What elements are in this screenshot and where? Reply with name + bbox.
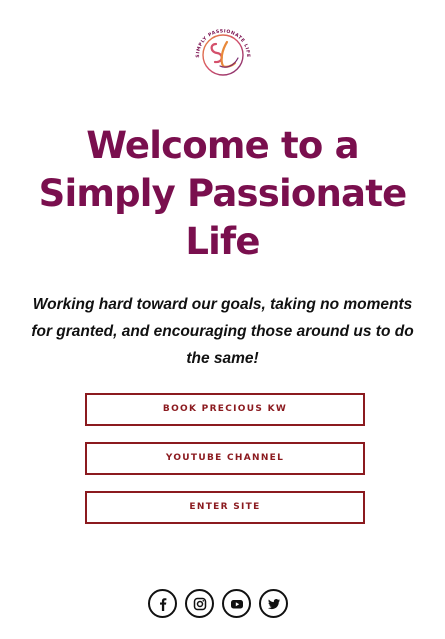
youtube-channel-button[interactable]: YOUTUBE CHANNEL [85,442,365,475]
headline-line-2: Simply Passionate [38,172,408,215]
instagram-link[interactable] [185,589,214,618]
tagline-line-3: the same! [186,350,259,367]
twitter-link[interactable] [259,589,288,618]
book-precious-kw-button[interactable]: BOOK PRECIOUS KW [85,393,365,426]
headline-line-1: Welcome to a [86,124,359,167]
facebook-link[interactable] [148,589,177,618]
headline-line-3: Life [185,220,260,263]
youtube-link[interactable] [222,589,251,618]
instagram-icon [193,597,206,610]
tagline: Working hard toward our goals, taking no… [28,291,417,372]
social-links [148,589,302,621]
enter-site-button[interactable]: ENTER SITE [85,491,365,524]
tagline-line-1: Working hard toward our goals, taking no… [32,296,413,313]
twitter-icon [267,598,280,609]
tagline-line-2: for granted, and encouraging those aroun… [31,323,414,340]
youtube-icon [230,599,243,608]
simply-passionate-life-logo: SIMPLY PASSIONATE LIFE [195,28,250,76]
page-title: Welcome to a Simply Passionate Life [0,122,445,266]
facebook-icon [159,597,166,611]
